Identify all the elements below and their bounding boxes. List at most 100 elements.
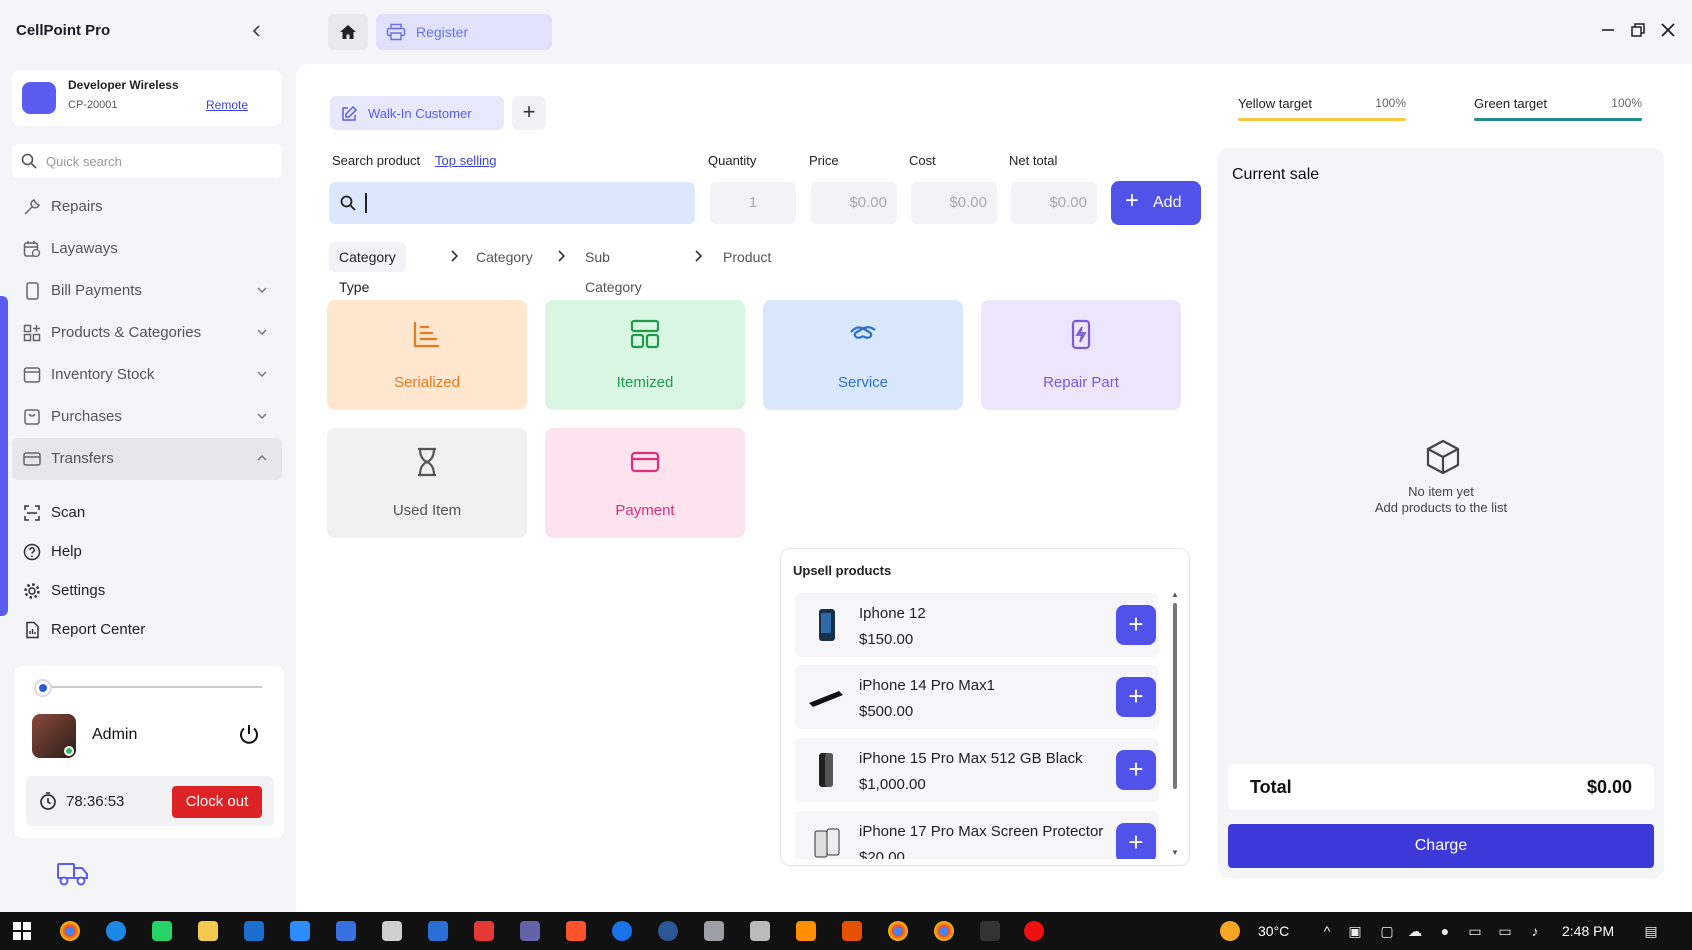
list-item[interactable]: iPhone 15 Pro Max 512 GB Black $1,000.00… bbox=[795, 738, 1159, 802]
app-icon[interactable] bbox=[428, 921, 448, 941]
add-upsell-button[interactable]: + bbox=[1116, 605, 1156, 645]
app-icon[interactable] bbox=[382, 921, 402, 941]
sidebar-item-scan[interactable]: Scan bbox=[12, 492, 282, 531]
file-explorer-icon[interactable] bbox=[198, 921, 218, 941]
tile-itemized[interactable]: Itemized bbox=[545, 300, 745, 410]
clock-time[interactable]: 2:48 PM bbox=[1562, 923, 1614, 939]
battery-icon[interactable]: ▭ bbox=[1466, 922, 1484, 940]
app-icon[interactable] bbox=[842, 921, 862, 941]
chevron-down-icon[interactable] bbox=[254, 408, 270, 424]
product-price: $150.00 bbox=[859, 631, 914, 648]
home-button[interactable] bbox=[328, 14, 368, 50]
breadcrumb-product[interactable]: Product bbox=[723, 242, 771, 272]
chevron-down-icon[interactable] bbox=[254, 324, 270, 340]
sidebar-item-products-categories[interactable]: Products & Categories bbox=[12, 312, 282, 354]
list-item[interactable]: iPhone 17 Pro Max Screen Protector $20.0… bbox=[795, 811, 1159, 859]
sidebar-item-report-center[interactable]: Report Center bbox=[12, 609, 282, 648]
add-upsell-button[interactable]: + bbox=[1116, 823, 1156, 859]
teams-icon[interactable] bbox=[520, 921, 540, 941]
breadcrumb-sub-category[interactable]: Sub Category bbox=[585, 242, 642, 295]
product-search-input[interactable] bbox=[329, 182, 695, 224]
tile-used-item[interactable]: Used Item bbox=[327, 428, 527, 538]
minimize-icon[interactable] bbox=[1598, 20, 1618, 40]
edge-icon[interactable] bbox=[106, 921, 126, 941]
chevron-down-icon[interactable] bbox=[254, 282, 270, 298]
sidebar-item-help[interactable]: Help bbox=[12, 531, 282, 570]
app-icon[interactable] bbox=[980, 921, 1000, 941]
add-upsell-button[interactable]: + bbox=[1116, 677, 1156, 717]
app-icon[interactable] bbox=[704, 921, 724, 941]
whatsapp-icon[interactable] bbox=[152, 921, 172, 941]
add-button[interactable]: + Add bbox=[1111, 181, 1201, 225]
chevron-down-icon[interactable] bbox=[254, 366, 270, 382]
chrome-icon[interactable] bbox=[60, 921, 80, 941]
sidebar-item-settings[interactable]: Settings bbox=[12, 570, 282, 609]
tile-service[interactable]: Service bbox=[763, 300, 963, 410]
app-icon[interactable] bbox=[474, 921, 494, 941]
add-upsell-button[interactable]: + bbox=[1116, 750, 1156, 790]
network-icon[interactable]: ▭ bbox=[1496, 922, 1514, 940]
collapse-sidebar-icon[interactable] bbox=[246, 20, 268, 42]
app-icon[interactable] bbox=[796, 921, 816, 941]
windows-start-icon[interactable] bbox=[12, 921, 32, 941]
device-icon[interactable]: ▢ bbox=[1378, 922, 1396, 940]
breadcrumb-category-type[interactable]: Category Type bbox=[329, 242, 406, 295]
sidebar-item-repairs[interactable]: Repairs bbox=[12, 186, 282, 228]
chrome-icon[interactable] bbox=[934, 921, 954, 941]
tile-payment[interactable]: Payment bbox=[545, 428, 745, 538]
notifications-icon[interactable]: ▤ bbox=[1642, 922, 1660, 940]
app-icon[interactable] bbox=[336, 921, 356, 941]
add-customer-button[interactable]: + bbox=[512, 96, 546, 130]
sidebar-item-transfers[interactable]: Transfers bbox=[12, 438, 282, 480]
upsell-scrollbar[interactable]: ▲ ▼ bbox=[1171, 591, 1179, 857]
breadcrumb-category[interactable]: Category bbox=[476, 242, 533, 272]
quick-search-input[interactable]: Quick search bbox=[12, 144, 282, 178]
sidebar-item-layaways[interactable]: Layaways bbox=[12, 228, 282, 270]
sidebar-item-bill-payments[interactable]: Bill Payments bbox=[12, 270, 282, 312]
record-icon[interactable] bbox=[1024, 921, 1044, 941]
scroll-down-icon[interactable]: ▼ bbox=[1171, 849, 1179, 857]
slider-track[interactable] bbox=[36, 686, 262, 688]
price-field[interactable]: $0.00 bbox=[811, 182, 897, 224]
scrollbar-thumb[interactable] bbox=[1173, 603, 1177, 789]
restore-icon[interactable] bbox=[1628, 20, 1648, 40]
tile-repair-part[interactable]: Repair Part bbox=[981, 300, 1181, 410]
customer-selector[interactable]: Walk-In Customer bbox=[330, 96, 504, 130]
calculator-icon[interactable] bbox=[750, 921, 770, 941]
list-item[interactable]: iPhone 14 Pro Max1 $500.00 + bbox=[795, 665, 1159, 729]
cost-field[interactable]: $0.00 bbox=[911, 182, 997, 224]
app-icon[interactable] bbox=[658, 921, 678, 941]
power-icon[interactable] bbox=[236, 721, 262, 747]
tile-serialized[interactable]: Serialized bbox=[327, 300, 527, 410]
close-icon[interactable] bbox=[1658, 20, 1678, 40]
tab-register[interactable]: Register bbox=[376, 14, 552, 50]
upsell-list[interactable]: Iphone 12 $150.00 + iPhone 14 Pro Max1 $… bbox=[795, 593, 1159, 859]
app-icon[interactable] bbox=[290, 921, 310, 941]
store-app-icon[interactable] bbox=[244, 921, 264, 941]
online-status-dot bbox=[64, 746, 74, 756]
volume-icon[interactable]: ♪ bbox=[1526, 922, 1544, 940]
top-selling-link[interactable]: Top selling bbox=[435, 153, 496, 168]
delivery-truck-icon[interactable] bbox=[52, 860, 92, 888]
sidebar-item-purchases[interactable]: Purchases bbox=[12, 396, 282, 438]
chrome-icon[interactable] bbox=[888, 921, 908, 941]
temperature[interactable]: 30°C bbox=[1258, 923, 1289, 939]
brave-icon[interactable] bbox=[566, 921, 586, 941]
scroll-up-icon[interactable]: ▲ bbox=[1171, 591, 1179, 599]
charge-button[interactable]: Charge bbox=[1228, 824, 1654, 868]
net-total-field[interactable]: $0.00 bbox=[1011, 182, 1097, 224]
weather-icon[interactable] bbox=[1220, 921, 1240, 941]
search-product-label: Search product bbox=[332, 153, 421, 168]
printer-icon[interactable]: ▣ bbox=[1346, 922, 1364, 940]
quantity-field[interactable]: 1 bbox=[710, 182, 796, 224]
app-icon[interactable] bbox=[612, 921, 632, 941]
remote-link[interactable]: Remote bbox=[206, 98, 248, 112]
sidebar-item-inventory-stock[interactable]: Inventory Stock bbox=[12, 354, 282, 396]
cloud-icon[interactable]: ☁ bbox=[1406, 922, 1424, 940]
microphone-icon[interactable]: ● bbox=[1436, 922, 1454, 940]
chevron-up-icon[interactable]: ^ bbox=[1318, 922, 1336, 940]
list-item[interactable]: Iphone 12 $150.00 + bbox=[795, 593, 1159, 657]
clock-out-button[interactable]: Clock out bbox=[172, 786, 262, 818]
slider-handle[interactable] bbox=[34, 679, 52, 697]
chevron-up-icon[interactable] bbox=[254, 450, 270, 466]
